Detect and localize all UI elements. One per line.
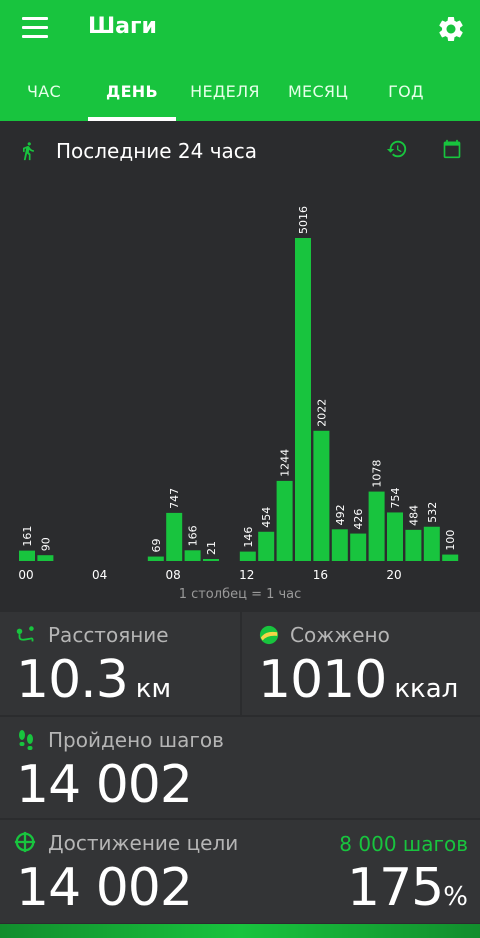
chart-caption: 1 столбец = 1 час [178, 587, 302, 602]
percent-sign: % [443, 882, 468, 912]
chart-bar-15 [295, 238, 311, 561]
chart-data-label-00: 161 [21, 526, 34, 547]
steps-card: Пройдено шагов 14 002 [0, 717, 480, 818]
chart-data-label-23: 100 [444, 530, 457, 551]
x-tick-20: 20 [386, 568, 401, 582]
steps-value: 14 002 [16, 755, 193, 815]
goal-steps-value: 14 002 [16, 858, 193, 918]
chart-data-label-16: 2022 [315, 399, 328, 427]
tab-hour[interactable]: ЧАС [0, 74, 88, 121]
chart-bar-19 [368, 491, 385, 561]
calories-value-line: 1010 ккал [258, 650, 458, 710]
chart-data-label-07: 69 [150, 539, 163, 553]
distance-label: Расстояние [48, 623, 169, 647]
chart-bar-14 [276, 480, 293, 561]
target-icon [14, 831, 36, 853]
goal-target: 8 000 шагов [339, 832, 468, 856]
chart-bar-13 [258, 531, 275, 561]
tab-month[interactable]: МЕСЯЦ [274, 74, 362, 121]
chart-bar-20 [387, 512, 403, 561]
chart-data-label-09: 166 [187, 525, 200, 546]
chart-data-label-21: 484 [407, 505, 420, 526]
x-tick-16: 16 [313, 568, 328, 582]
calories-card: Сожжено 1010 ккал [242, 612, 480, 715]
steps-label: Пройдено шагов [48, 728, 224, 752]
bottom-bar [0, 924, 480, 938]
chart-section: Последние 24 часа 161 90 69 747 166 21 146 454 1… [0, 121, 480, 611]
chart-bar-08 [166, 512, 183, 561]
goal-percent: 175 [347, 858, 444, 918]
chart-data-label-12: 146 [242, 527, 255, 548]
calories-value: 1010 [258, 650, 387, 710]
chart-data-label-20: 754 [389, 487, 402, 508]
chart-bar-16 [313, 430, 330, 561]
calories-label: Сожжено [290, 623, 390, 647]
tab-year[interactable]: ГОД [362, 74, 450, 121]
chart-data-label-15: 5016 [297, 206, 310, 234]
goal-percent-line: 175% [347, 858, 468, 918]
chart-bar-07 [147, 556, 164, 561]
x-tick-12: 12 [239, 568, 254, 582]
chart-bar-01 [37, 555, 54, 561]
chart-bar-12 [239, 551, 256, 561]
chart-bar-23 [442, 554, 459, 561]
x-tick-00: 00 [18, 568, 33, 582]
chart-bar-09 [184, 550, 201, 561]
distance-value-line: 10.3 км [16, 650, 171, 710]
menu-icon[interactable] [22, 17, 48, 39]
distance-unit: км [135, 674, 172, 704]
app-bar: Шаги ЧАС ДЕНЬ НЕДЕЛЯ МЕСЯЦ ГОД [0, 0, 480, 121]
chart-bar-10 [203, 559, 219, 561]
calories-icon [259, 625, 279, 645]
chart-data-label-01: 90 [39, 537, 52, 551]
page-title: Шаги [88, 14, 157, 39]
chart-data-label-22: 532 [426, 502, 439, 523]
distance-card: Расстояние 10.3 км [0, 612, 240, 715]
route-icon [16, 626, 34, 642]
chart-data-label-10: 21 [205, 541, 218, 555]
chart-bar-18 [350, 533, 367, 561]
chart-bar-22 [423, 526, 440, 561]
footprints-icon [19, 730, 33, 750]
period-tabs: ЧАС ДЕНЬ НЕДЕЛЯ МЕСЯЦ ГОД [0, 74, 480, 121]
chart-data-label-18: 426 [352, 509, 365, 530]
chart-bar-17 [331, 529, 348, 561]
calories-unit: ккал [394, 674, 459, 704]
goal-label: Достижение цели [48, 831, 239, 855]
gear-icon[interactable] [436, 14, 466, 44]
goal-card: Достижение цели 8 000 шагов 14 002 175% [0, 820, 480, 923]
chart-bar-00 [19, 550, 35, 561]
distance-value: 10.3 [16, 650, 129, 710]
steps-chart: 161 90 69 747 166 21 146 454 1244 5016 2022 492 426 1… [18, 206, 459, 582]
chart-data-label-13: 454 [260, 507, 273, 528]
chart-data-label-14: 1244 [279, 449, 292, 477]
chart-data-label-19: 1078 [371, 460, 384, 488]
x-tick-08: 08 [166, 568, 181, 582]
chart-data-label-17: 492 [334, 504, 347, 525]
chart-data-label-08: 747 [168, 488, 181, 509]
tab-week[interactable]: НЕДЕЛЯ [176, 74, 274, 121]
chart-bar-21 [405, 529, 422, 561]
tab-day[interactable]: ДЕНЬ [88, 74, 176, 121]
x-tick-04: 04 [92, 568, 107, 582]
